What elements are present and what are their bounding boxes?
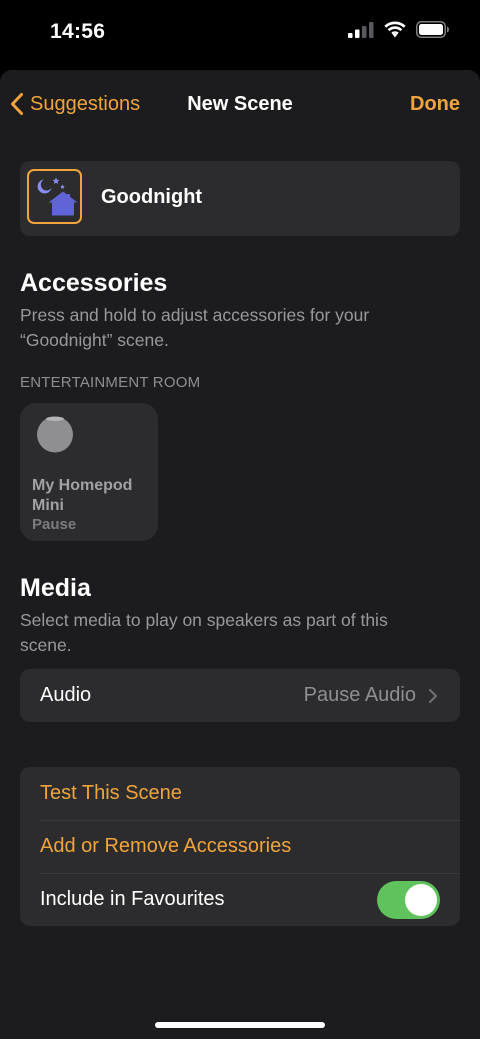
wifi-icon — [384, 21, 406, 38]
home-indicator — [155, 1022, 325, 1028]
add-remove-accessories-button[interactable]: Add or Remove Accessories — [20, 820, 460, 873]
accessory-status: Pause — [32, 516, 77, 533]
accessories-description: Press and hold to adjust accessories for… — [20, 305, 370, 350]
media-group: Audio Pause Audio — [20, 669, 460, 722]
status-icons — [348, 21, 450, 38]
scene-name-card[interactable]: Goodnight — [20, 161, 460, 236]
battery-icon — [416, 21, 449, 38]
add-remove-accessories-label: Add or Remove Accessories — [40, 835, 292, 857]
include-in-favourites-toggle[interactable] — [377, 880, 440, 919]
accessory-name: My Homepod Mini — [32, 477, 133, 514]
scene-icon-button[interactable] — [27, 169, 82, 224]
goodnight-house-icon — [37, 177, 78, 216]
done-button[interactable]: Done — [410, 93, 460, 116]
chevron-left-icon — [11, 93, 23, 115]
scene-name[interactable]: Goodnight — [101, 186, 202, 209]
room-label: ENTERTAINMENT ROOM — [20, 374, 201, 391]
audio-row[interactable]: Audio Pause Audio — [20, 669, 460, 722]
accessories-heading: Accessories — [20, 269, 168, 297]
status-bar: 14:56 — [0, 0, 480, 66]
chevron-right-icon — [428, 688, 438, 703]
audio-value-container: Pause Audio — [304, 684, 440, 707]
scene-actions-group: Test This Scene Add or Remove Accessorie… — [20, 767, 460, 926]
status-time: 14:56 — [50, 20, 106, 43]
back-button[interactable]: Suggestions — [10, 92, 140, 116]
cellular-signal-icon — [348, 21, 374, 38]
test-scene-button[interactable]: Test This Scene — [20, 767, 460, 820]
include-in-favourites-row[interactable]: Include in Favourites — [20, 873, 460, 926]
include-in-favourites-label: Include in Favourites — [40, 888, 225, 910]
toggle-knob — [405, 883, 437, 916]
homepod-mini-icon — [37, 416, 73, 453]
test-scene-label: Test This Scene — [40, 782, 182, 804]
audio-label: Audio — [40, 684, 92, 706]
media-heading: Media — [20, 574, 91, 602]
accessory-tile-homepod-mini[interactable]: My Homepod Mini Pause — [20, 403, 158, 541]
back-button-label: Suggestions — [30, 92, 141, 115]
new-scene-sheet: Suggestions New Scene Done Goodnight Acc… — [0, 70, 480, 1039]
audio-value: Pause Audio — [303, 684, 416, 706]
media-description: Select media to play on speakers as part… — [20, 610, 388, 655]
